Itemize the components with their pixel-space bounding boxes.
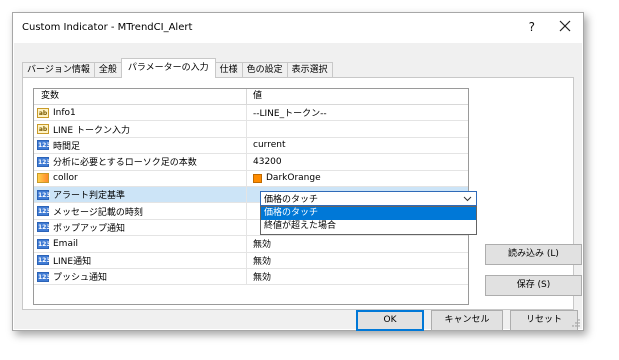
param-value[interactable]: 43200: [247, 154, 468, 169]
param-value[interactable]: [247, 121, 468, 136]
alert-criteria-select[interactable]: 価格のタッチ: [260, 191, 477, 206]
title-bar: Custom Indicator - MTrendCI_Alert ?: [13, 13, 583, 43]
color-type-icon: [37, 173, 49, 184]
param-name: collor: [53, 173, 78, 184]
help-button[interactable]: ?: [529, 20, 535, 34]
integer-type-icon: 123: [37, 156, 51, 167]
param-value[interactable]: 無効: [247, 269, 468, 284]
table-row[interactable]: 123 時間足 current: [34, 137, 468, 155]
param-name: LINE通知: [53, 256, 92, 267]
string-type-icon: ab: [37, 107, 49, 118]
param-name: Info1: [53, 107, 76, 118]
tab-strip: バージョン情報 全般 パラメーターの入力 仕様 色の設定 表示選択: [22, 58, 333, 78]
reset-button[interactable]: リセット: [510, 310, 578, 331]
close-icon: [559, 20, 571, 32]
param-value[interactable]: current: [247, 138, 468, 153]
tab-display-selection[interactable]: 表示選択: [286, 62, 333, 78]
grid-header: 変数 値: [34, 89, 468, 105]
table-row[interactable]: ab Info1 --LINE_トークン--: [34, 105, 468, 122]
integer-type-icon: 123: [37, 222, 51, 233]
param-name: ポップアップ通知: [53, 223, 126, 234]
dropdown-list: 価格のタッチ 終値が超えた場合: [260, 206, 477, 235]
param-value[interactable]: --LINE_トークン--: [247, 105, 468, 120]
param-name: メッセージ記載の時刻: [53, 207, 143, 218]
parameter-grid: 変数 値 ab Info1 --LINE_トークン-- ab LINE トークン入力…: [33, 88, 477, 305]
tab-parameters[interactable]: パラメーターの入力: [120, 58, 216, 78]
load-button[interactable]: 読み込み (L): [485, 244, 582, 265]
table-row[interactable]: 123 プッシュ通知 無効: [34, 268, 468, 286]
header-value[interactable]: 値: [247, 89, 468, 104]
table-row[interactable]: 123 LINE通知 無効: [34, 252, 468, 269]
window-title: Custom Indicator - MTrendCI_Alert: [22, 22, 193, 33]
param-name: プッシュ通知: [53, 273, 108, 284]
integer-type-icon: 123: [37, 255, 51, 266]
tab-color-settings[interactable]: 色の設定: [241, 62, 288, 78]
dropdown-option-price-touch[interactable]: 価格のタッチ: [261, 207, 476, 220]
select-value: 価格のタッチ: [264, 195, 319, 205]
resize-grip-icon[interactable]: [572, 319, 580, 327]
integer-type-icon: 123: [37, 189, 51, 200]
table-row[interactable]: 123 Email 無効: [34, 236, 468, 253]
param-value[interactable]: 無効: [247, 236, 468, 251]
header-variable[interactable]: 変数: [34, 89, 247, 104]
table-row[interactable]: collor DarkOrange: [34, 170, 468, 187]
cancel-button[interactable]: キャンセル: [431, 310, 503, 331]
tab-specification[interactable]: 仕様: [214, 62, 243, 78]
tab-general[interactable]: 全般: [93, 62, 122, 78]
integer-type-icon: 123: [37, 271, 51, 282]
close-button[interactable]: [557, 17, 573, 35]
table-row[interactable]: ab LINE トークン入力: [34, 121, 468, 138]
ok-button[interactable]: OK: [356, 310, 424, 331]
integer-type-icon: 123: [37, 206, 51, 217]
integer-type-icon: 123: [37, 238, 51, 249]
string-type-icon: ab: [37, 124, 49, 135]
table-row[interactable]: 123 分析に必要とするローソク足の本数 43200: [34, 154, 468, 171]
parameters-panel: 変数 値 ab Info1 --LINE_トークン-- ab LINE トークン入力…: [22, 77, 582, 310]
param-value[interactable]: 無効: [247, 253, 468, 268]
param-name: 時間足: [53, 141, 81, 152]
color-swatch: [253, 173, 262, 183]
custom-indicator-dialog: Custom Indicator - MTrendCI_Alert ? バージョ…: [12, 12, 584, 331]
dropdown-option-close-exceeded[interactable]: 終値が超えた場合: [261, 220, 476, 233]
tab-version-info[interactable]: バージョン情報: [22, 62, 95, 78]
integer-type-icon: 123: [37, 140, 51, 151]
param-value: DarkOrange: [266, 173, 321, 184]
dialog-body: バージョン情報 全般 パラメーターの入力 仕様 色の設定 表示選択 変数 値 a…: [14, 43, 582, 331]
param-name: アラート判定基準: [53, 191, 126, 202]
param-name: LINE トークン入力: [53, 125, 130, 136]
param-name: Email: [53, 238, 78, 249]
param-name: 分析に必要とするローソク足の本数: [53, 158, 197, 169]
save-button[interactable]: 保存 (S): [485, 275, 582, 296]
chevron-down-icon[interactable]: [463, 194, 472, 203]
